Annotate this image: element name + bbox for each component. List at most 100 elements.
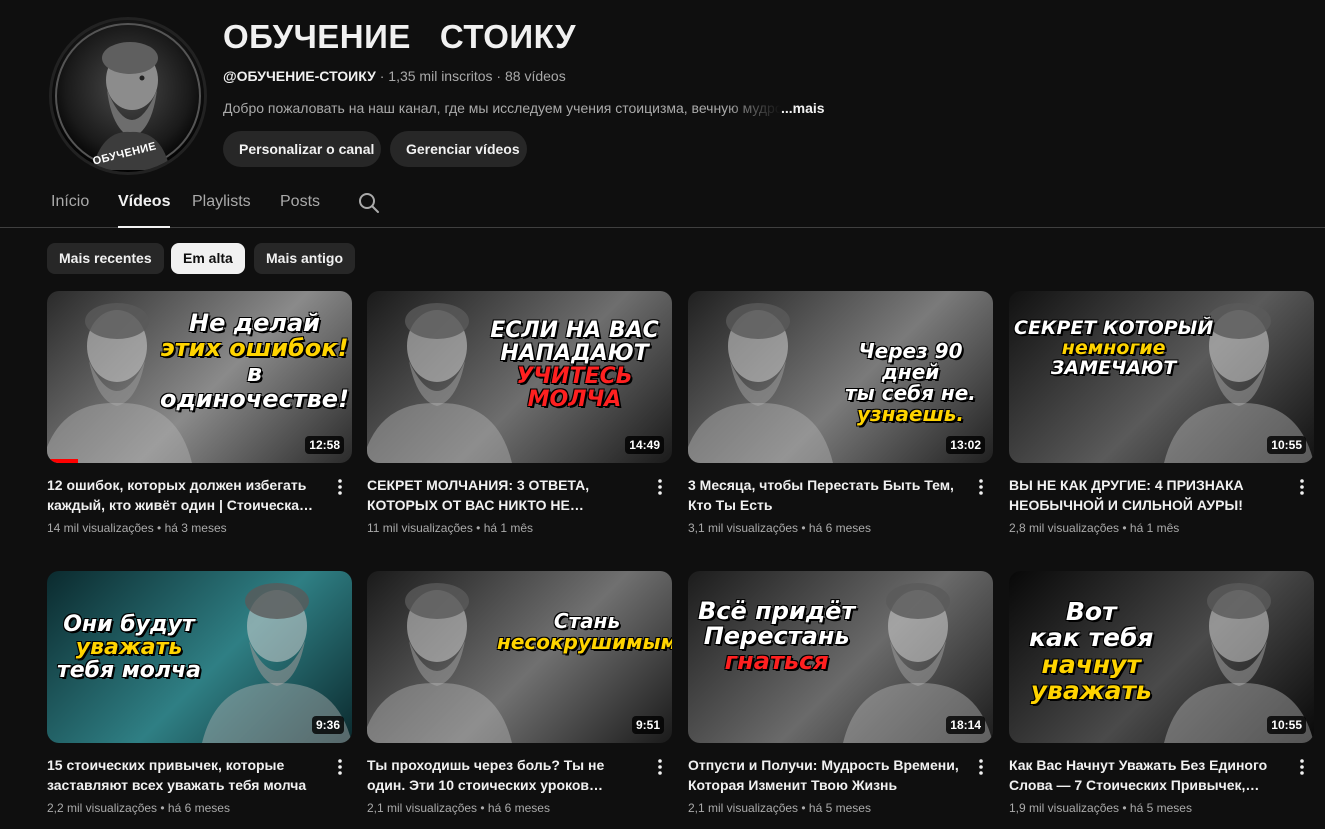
video-thumbnail[interactable]: Они будут уважать тебя молча 9:36 xyxy=(47,571,352,743)
thumbnail-caption-line: этих ошибок! xyxy=(160,334,349,363)
video-card[interactable]: СЕКРЕТ КОТОРЫЙ немногие ЗАМЕЧАЮТ 10:55 ВЫ НЕ… xyxy=(1009,291,1314,541)
thumbnail-caption-line: уважать xyxy=(75,635,183,661)
thumbnail-caption-line: ты себя не. xyxy=(845,381,976,405)
thumbnail-caption-line: тебя молча xyxy=(57,658,201,684)
channel-meta: @ОБУЧЕНИЕ-СТОИКУ · 1,35 mil inscritos · … xyxy=(223,68,566,84)
channel-avatar[interactable]: ОБУЧЕНИЕ xyxy=(49,17,207,175)
manage-videos-button[interactable]: Gerenciar vídeos xyxy=(390,131,527,167)
channel-description[interactable]: Добро пожаловать на наш канал, где мы ис… xyxy=(223,100,825,116)
thumbnail-caption-line: Вот xyxy=(1065,597,1117,626)
video-title[interactable]: ВЫ НЕ КАК ДРУГИЕ: 4 ПРИЗНАКА НЕОБЫЧНОЙ И… xyxy=(1009,475,1281,515)
channel-stats: · 1,35 mil inscritos · 88 vídeos xyxy=(375,68,566,84)
thumbnail-caption: Всё придёт Перестань гнаться xyxy=(698,597,856,676)
thumbnail-caption-line: ЗАМЕЧАЮТ xyxy=(1050,356,1177,379)
video-meta: 14 mil visualizações • há 3 meses xyxy=(47,521,227,535)
video-title[interactable]: Ты проходишь через боль? Ты не один. Эти… xyxy=(367,755,639,795)
video-duration: 13:02 xyxy=(946,436,985,454)
thumbnail-caption-line: Они будут xyxy=(63,612,195,637)
thumbnail-caption: Не делай этих ошибок! в одиночестве! xyxy=(157,309,352,413)
video-thumbnail[interactable]: СЕКРЕТ КОТОРЫЙ немногие ЗАМЕЧАЮТ 10:55 xyxy=(1009,291,1314,463)
video-meta: 1,9 mil visualizações • há 5 meses xyxy=(1009,801,1192,815)
thumbnail-caption: ЕСЛИ НА ВАС НАПАДАЮТ УЧИТЕСЬ МОЛЧА xyxy=(477,319,672,411)
video-thumbnail[interactable]: Не делай этих ошибок! в одиночестве! 12:58 xyxy=(47,291,352,463)
search-icon[interactable] xyxy=(357,191,381,215)
video-duration: 12:58 xyxy=(305,436,344,454)
thumbnail-caption: Через 90 дней ты себя не. узнаешь. xyxy=(828,341,993,425)
video-meta: 11 mil visualizações • há 1 mês xyxy=(367,521,534,535)
filter-chip-recent[interactable]: Mais recentes xyxy=(47,243,164,274)
thumbnail-caption-line: Стань xyxy=(553,609,621,633)
video-duration: 9:36 xyxy=(311,716,344,734)
channel-tabs: Início Vídeos Playlists Posts xyxy=(0,186,1325,228)
video-thumbnail[interactable]: Через 90 дней ты себя не. узнаешь. 13:02 xyxy=(688,291,993,463)
video-title[interactable]: Как Вас Начнут Уважать Без Единого Слова… xyxy=(1009,755,1281,795)
more-actions-icon[interactable] xyxy=(652,757,668,777)
video-card[interactable]: Через 90 дней ты себя не. узнаешь. 13:02 3 М… xyxy=(688,291,993,541)
video-card[interactable]: Стань несокрушимым 9:51 Ты проходишь через … xyxy=(367,571,672,821)
video-card[interactable]: Всё придёт Перестань гнаться 18:14 Отпусти и… xyxy=(688,571,993,821)
thumbnail-caption-line: ЕСЛИ НА ВАС xyxy=(490,318,659,343)
video-title[interactable]: СЕКРЕТ МОЛЧАНИЯ: 3 ОТВЕТА, КОТОРЫХ ОТ ВА… xyxy=(367,475,639,515)
thumbnail-caption-line: НАПАДАЮТ xyxy=(500,341,649,367)
video-duration: 9:51 xyxy=(631,716,664,734)
video-title[interactable]: Отпусти и Получи: Мудрость Времени, Кото… xyxy=(688,755,960,795)
video-duration: 10:55 xyxy=(1267,436,1306,454)
thumbnail-caption-line: как тебя xyxy=(1029,623,1154,653)
video-meta: 2,2 mil visualizações • há 6 meses xyxy=(47,801,230,815)
tab-home[interactable]: Início xyxy=(51,193,89,211)
customize-channel-button[interactable]: Personalizar o canal xyxy=(223,131,381,167)
more-actions-icon[interactable] xyxy=(973,757,989,777)
video-card[interactable]: Не делай этих ошибок! в одиночестве! 12:58 1… xyxy=(47,291,352,541)
video-card[interactable]: Вот как тебя начнут уважать 10:55 Как Вас Нач… xyxy=(1009,571,1314,821)
thumbnail-caption: Вот как тебя начнут уважать xyxy=(1029,597,1154,705)
tab-playlists[interactable]: Playlists xyxy=(192,193,251,211)
thumbnail-caption-line: Всё придёт xyxy=(698,597,856,625)
thumbnail-caption-line: УЧИТЕСЬ МОЛЧА xyxy=(516,364,633,413)
more-actions-icon[interactable] xyxy=(1294,477,1310,497)
more-actions-icon[interactable] xyxy=(332,477,348,497)
thumbnail-caption-line: СЕКРЕТ КОТОРЫЙ xyxy=(1014,317,1214,339)
video-title[interactable]: 3 Месяца, чтобы Перестать Быть Тем, Кто … xyxy=(688,475,960,515)
thumbnail-caption: СЕКРЕТ КОТОРЫЙ немногие ЗАМЕЧАЮТ xyxy=(1014,317,1214,379)
more-link[interactable]: ...mais xyxy=(781,100,825,116)
tab-posts[interactable]: Posts xyxy=(280,193,320,211)
tab-videos[interactable]: Vídeos xyxy=(118,193,171,228)
video-meta: 2,1 mil visualizações • há 6 meses xyxy=(367,801,550,815)
watch-progress-bar xyxy=(47,459,78,463)
filter-chip-oldest[interactable]: Mais antigo xyxy=(254,243,356,274)
video-duration: 14:49 xyxy=(625,436,664,454)
thumbnail-caption-line: узнаешь. xyxy=(856,402,965,426)
thumbnail-caption: Они будут уважать тебя молча xyxy=(57,613,201,682)
filter-chip-popular[interactable]: Em alta xyxy=(171,243,245,274)
video-meta: 2,8 mil visualizações • há 1 mês xyxy=(1009,521,1180,535)
thumbnail-caption-line: несокрушимым xyxy=(497,630,672,654)
thumbnail-caption-line: гнаться xyxy=(724,647,829,676)
video-thumbnail[interactable]: Стань несокрушимым 9:51 xyxy=(367,571,672,743)
thumbnail-caption-line: Перестань xyxy=(703,622,850,651)
thumbnail-caption-line: уважать xyxy=(1030,675,1152,705)
channel-handle: @ОБУЧЕНИЕ-СТОИКУ xyxy=(223,68,376,84)
thumbnail-caption-line: начнут xyxy=(1041,649,1141,679)
statue-illustration xyxy=(367,583,512,743)
video-thumbnail[interactable]: Всё придёт Перестань гнаться 18:14 xyxy=(688,571,993,743)
video-title[interactable]: 12 ошибок, которых должен избегать кажды… xyxy=(47,475,319,515)
more-actions-icon[interactable] xyxy=(973,477,989,497)
thumbnail-caption-line: Не делай xyxy=(189,309,320,337)
video-title[interactable]: 15 стоических привычек, которые заставля… xyxy=(47,755,319,795)
video-thumbnail[interactable]: Вот как тебя начнут уважать 10:55 xyxy=(1009,571,1314,743)
thumbnail-caption-line: Через 90 дней xyxy=(858,339,963,384)
description-text: Добро пожаловать на наш канал, где мы ис… xyxy=(223,100,781,116)
thumbnail-caption: Стань несокрушимым xyxy=(497,611,672,653)
youtube-channel-page: ОБУЧЕНИЕ ОБУЧЕНИЕ СТОИКУ @ОБУЧЕНИЕ-СТОИК… xyxy=(0,0,1325,829)
more-actions-icon[interactable] xyxy=(1294,757,1310,777)
video-card[interactable]: ЕСЛИ НА ВАС НАПАДАЮТ УЧИТЕСЬ МОЛЧА 14:49 СЕК… xyxy=(367,291,672,541)
video-duration: 10:55 xyxy=(1267,716,1306,734)
video-thumbnail[interactable]: ЕСЛИ НА ВАС НАПАДАЮТ УЧИТЕСЬ МОЛЧА 14:49 xyxy=(367,291,672,463)
more-actions-icon[interactable] xyxy=(652,477,668,497)
channel-title: ОБУЧЕНИЕ СТОИКУ xyxy=(223,18,577,55)
more-actions-icon[interactable] xyxy=(332,757,348,777)
thumbnail-caption-line: в одиночестве! xyxy=(159,359,350,413)
thumbnail-caption-line: немногие xyxy=(1061,336,1166,359)
video-duration: 18:14 xyxy=(946,716,985,734)
video-card[interactable]: Они будут уважать тебя молча 9:36 15 стоичес… xyxy=(47,571,352,821)
